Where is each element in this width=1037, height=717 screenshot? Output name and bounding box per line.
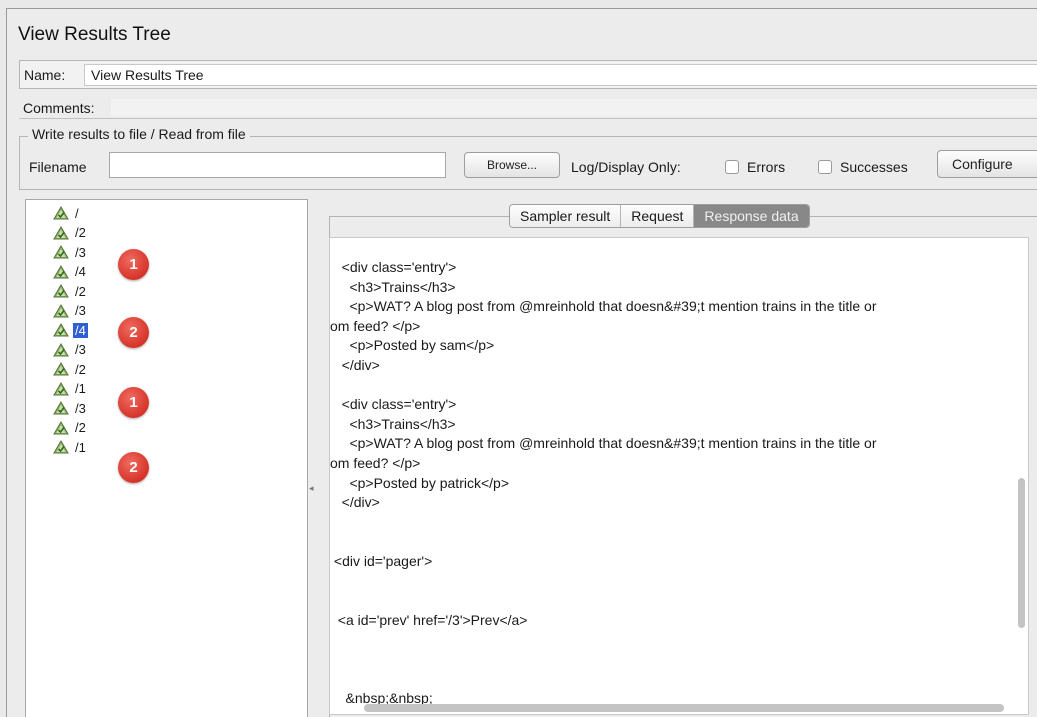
page-title: View Results Tree xyxy=(18,24,171,45)
callout-badge: 1 xyxy=(118,249,149,280)
filename-label: Filename xyxy=(29,159,87,175)
tree-item[interactable]: / xyxy=(53,204,81,222)
tree-item-label: /1 xyxy=(75,381,86,396)
result-panel: Sampler result Request Response data <div … xyxy=(317,199,1037,717)
response-line: <h3>Trains</h3> xyxy=(330,415,456,432)
success-triangle-icon xyxy=(53,381,69,395)
response-line xyxy=(330,669,1020,689)
browse-button[interactable]: Browse... xyxy=(464,152,560,178)
response-line: <div class='entry'> xyxy=(330,259,457,275)
tree-item-label: /3 xyxy=(75,303,86,318)
vertical-scrollbar[interactable] xyxy=(1018,478,1025,628)
response-line xyxy=(330,591,1020,611)
tree-item[interactable]: /2 xyxy=(53,419,88,437)
tree-item-label: /3 xyxy=(75,400,86,416)
success-triangle-icon xyxy=(53,303,69,317)
tree-item[interactable]: /3 xyxy=(53,243,88,261)
group-title: Write results to file / Read from file xyxy=(28,126,250,142)
response-text: <div class='entry'> <h3>Trains</h3> <p>W… xyxy=(330,258,1020,709)
tree-item[interactable]: /3 xyxy=(53,302,88,320)
response-line xyxy=(330,630,1020,650)
tree-item-label: /4 xyxy=(73,322,88,338)
tab-sampler-result[interactable]: Sampler result xyxy=(510,205,622,227)
split-handle-icon[interactable]: ◂ xyxy=(309,483,314,494)
tree-item-label: /4 xyxy=(75,264,86,279)
success-triangle-icon xyxy=(53,245,69,259)
response-line: om feed? </p> xyxy=(330,454,421,471)
success-triangle-icon xyxy=(53,323,69,337)
response-line: <div class='entry'> xyxy=(330,396,457,413)
successes-label[interactable]: Successes xyxy=(840,159,908,175)
success-triangle-icon xyxy=(53,264,69,278)
success-triangle-icon xyxy=(53,284,69,298)
filename-input[interactable] xyxy=(109,152,446,178)
tree-item[interactable]: /2 xyxy=(53,224,88,242)
response-line: </div> xyxy=(330,494,380,511)
callout-badge: 2 xyxy=(118,452,149,483)
callout-badge: 1 xyxy=(118,387,149,418)
errors-label[interactable]: Errors xyxy=(747,159,785,175)
errors-checkbox[interactable] xyxy=(725,160,739,174)
success-triangle-icon xyxy=(53,401,69,415)
tree-item[interactable]: /4 xyxy=(53,263,88,281)
success-triangle-icon xyxy=(53,342,69,356)
tree-item-label: / xyxy=(75,205,79,221)
result-tabs: Sampler result Request Response data xyxy=(509,204,810,228)
success-triangle-icon xyxy=(53,225,69,239)
results-tree[interactable]: / /2/3/4/2/3/4/3/2/1/3/2/1 1 2 1 2 xyxy=(25,199,308,717)
tree-item-label: /2 xyxy=(75,225,86,240)
comments-label: Comments: xyxy=(23,100,95,116)
tree-item-label: /3 xyxy=(75,244,86,260)
response-line: <p>WAT? A blog post from @mreinhold that… xyxy=(330,298,877,315)
response-line: </div> xyxy=(330,356,380,373)
response-data-pane[interactable]: <div class='entry'> <h3>Trains</h3> <p>W… xyxy=(329,237,1029,715)
response-line xyxy=(330,572,1020,592)
tree-item-label: /3 xyxy=(75,342,86,357)
tree-item-label: /2 xyxy=(75,361,86,377)
tree-item-label: /1 xyxy=(75,439,86,455)
response-line: <h3>Trains</h3> xyxy=(330,278,456,295)
response-line: <a id='prev' href='/3'>Prev</a> xyxy=(330,611,528,628)
name-label: Name: xyxy=(24,67,66,83)
tree-item[interactable]: /2 xyxy=(53,360,88,378)
tree-item[interactable]: /2 xyxy=(53,282,88,300)
tree-item-label: /2 xyxy=(75,283,86,299)
response-line: <p>Posted by patrick</p> xyxy=(330,474,509,491)
response-line: <p>Posted by sam</p> xyxy=(330,337,495,354)
configure-button[interactable]: Configure xyxy=(937,150,1037,178)
success-triangle-icon xyxy=(53,440,69,454)
response-line: om feed? </p> xyxy=(330,317,421,334)
write-results-group: Write results to file / Read from file F… xyxy=(19,126,1037,190)
tree-item[interactable]: /1 xyxy=(53,380,88,398)
success-triangle-icon xyxy=(53,206,69,220)
success-triangle-icon xyxy=(53,362,69,376)
success-triangle-icon xyxy=(53,420,69,434)
tree-item[interactable]: /3 xyxy=(53,341,88,359)
horizontal-scrollbar[interactable] xyxy=(364,704,1004,712)
response-line xyxy=(330,650,1020,670)
tree-item[interactable]: /4 xyxy=(53,321,88,339)
name-field[interactable]: View Results Tree xyxy=(84,64,1037,86)
response-line xyxy=(330,532,1020,552)
successes-checkbox[interactable] xyxy=(818,160,832,174)
tree-item[interactable]: /3 xyxy=(53,399,88,417)
response-line xyxy=(330,513,1020,533)
response-line xyxy=(330,376,1020,396)
tab-request[interactable]: Request xyxy=(621,205,695,227)
name-row: Name: View Results Tree xyxy=(19,60,1037,89)
tree-item[interactable]: /1 xyxy=(53,438,88,456)
response-line: <p>WAT? A blog post from @mreinhold that… xyxy=(330,435,877,452)
comments-field[interactable] xyxy=(111,99,1037,116)
log-display-label: Log/Display Only: xyxy=(571,159,681,175)
response-line: <div id='pager'> xyxy=(330,552,433,569)
callout-badge: 2 xyxy=(118,317,149,348)
tab-response-data[interactable]: Response data xyxy=(694,205,809,227)
tree-item-label: /2 xyxy=(75,420,86,435)
comments-row: Comments: xyxy=(19,98,1037,119)
